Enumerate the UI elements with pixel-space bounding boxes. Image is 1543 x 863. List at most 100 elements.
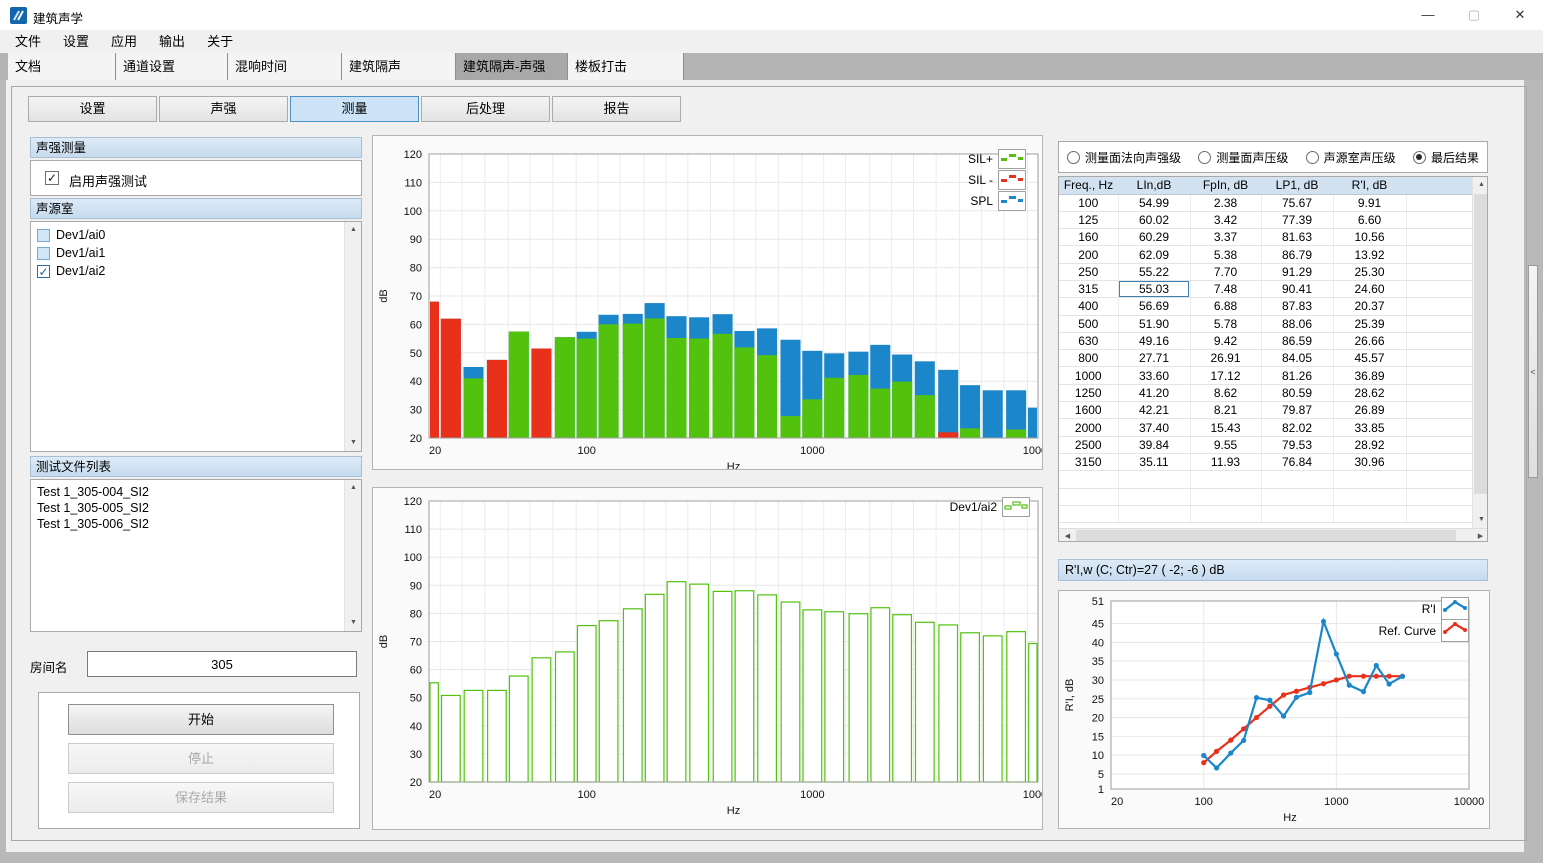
table-cell[interactable]: 7.70 xyxy=(1190,263,1261,280)
legend-plot-style-icon[interactable] xyxy=(1441,619,1469,642)
table-cell[interactable] xyxy=(1261,488,1333,505)
radio-final-result[interactable]: 最后结果 xyxy=(1413,149,1479,166)
table-cell[interactable]: 9.42 xyxy=(1190,332,1261,349)
table-cell[interactable]: 200 xyxy=(1059,246,1118,263)
table-cell[interactable] xyxy=(1406,402,1473,419)
table-cell[interactable] xyxy=(1406,419,1473,436)
table-cell[interactable]: 42.21 xyxy=(1118,402,1190,419)
tab-channel-setup[interactable]: 通道设置 xyxy=(116,53,228,80)
enable-intensity-checkbox[interactable]: ✓ xyxy=(45,171,59,185)
source-room-item[interactable]: ✓Dev1/ai2 xyxy=(31,262,361,280)
table-cell[interactable]: 86.79 xyxy=(1261,246,1333,263)
table-cell[interactable] xyxy=(1118,471,1190,488)
channel-checkbox[interactable] xyxy=(37,229,50,242)
subtab-setup[interactable]: 设置 xyxy=(28,96,157,122)
table-cell[interactable]: 9.91 xyxy=(1333,194,1406,211)
table-cell[interactable]: 87.83 xyxy=(1261,298,1333,315)
table-cell[interactable] xyxy=(1406,350,1473,367)
table-cell[interactable]: 160 xyxy=(1059,229,1118,246)
source-room-item[interactable]: Dev1/ai0 xyxy=(31,226,361,244)
table-cell[interactable]: 2.38 xyxy=(1190,194,1261,211)
table-cell[interactable]: 60.02 xyxy=(1118,211,1190,228)
table-cell[interactable]: 56.69 xyxy=(1118,298,1190,315)
table-cell[interactable] xyxy=(1190,505,1261,522)
table-cell[interactable] xyxy=(1333,505,1406,522)
table-cell[interactable]: 1000 xyxy=(1059,367,1118,384)
radio-button-icon[interactable] xyxy=(1306,151,1319,164)
table-cell[interactable]: 82.02 xyxy=(1261,419,1333,436)
collapse-panel-handle[interactable]: < xyxy=(1528,265,1538,478)
tab-floor-impact[interactable]: 楼板打击 xyxy=(568,53,684,80)
table-cell[interactable] xyxy=(1406,505,1473,522)
table-cell[interactable]: 10.56 xyxy=(1333,229,1406,246)
subtab-measure[interactable]: 测量 xyxy=(290,96,419,122)
table-cell[interactable]: 55.03 xyxy=(1118,280,1190,297)
radio-button-icon[interactable] xyxy=(1198,151,1211,164)
table-cell[interactable] xyxy=(1059,488,1118,505)
table-cell[interactable]: 17.12 xyxy=(1190,367,1261,384)
radio-button-icon[interactable] xyxy=(1413,151,1426,164)
table-cell[interactable]: 13.92 xyxy=(1333,246,1406,263)
table-cell[interactable] xyxy=(1118,488,1190,505)
tab-document[interactable]: 文档 xyxy=(8,53,116,80)
menu-item-about[interactable]: 关于 xyxy=(196,30,244,53)
table-cell[interactable] xyxy=(1059,505,1118,522)
scroll-up-icon[interactable]: ▲ xyxy=(345,480,362,496)
table-cell[interactable]: 62.09 xyxy=(1118,246,1190,263)
table-vscroll-thumb[interactable] xyxy=(1474,194,1488,494)
table-cell[interactable]: 400 xyxy=(1059,298,1118,315)
table-cell[interactable]: 35.11 xyxy=(1118,453,1190,470)
table-cell[interactable] xyxy=(1406,471,1473,488)
table-cell[interactable]: 30.96 xyxy=(1333,453,1406,470)
table-cell[interactable]: 76.84 xyxy=(1261,453,1333,470)
table-cell[interactable] xyxy=(1190,471,1261,488)
table-cell[interactable] xyxy=(1118,505,1190,522)
table-cell[interactable]: 8.21 xyxy=(1190,402,1261,419)
table-cell[interactable]: 49.16 xyxy=(1118,332,1190,349)
table-cell[interactable]: 41.20 xyxy=(1118,384,1190,401)
table-cell[interactable]: 3.37 xyxy=(1190,229,1261,246)
radio-button-icon[interactable] xyxy=(1067,151,1080,164)
table-cell[interactable]: 125 xyxy=(1059,211,1118,228)
table-cell[interactable]: 24.60 xyxy=(1333,280,1406,297)
table-cell[interactable]: 25.30 xyxy=(1333,263,1406,280)
table-cell[interactable]: 250 xyxy=(1059,263,1118,280)
table-cell[interactable] xyxy=(1406,367,1473,384)
table-cell[interactable] xyxy=(1261,505,1333,522)
start-button[interactable]: 开始 xyxy=(68,704,334,735)
radio-source-room-spl[interactable]: 声源室声压级 xyxy=(1306,149,1396,166)
menu-item-application[interactable]: 应用 xyxy=(100,30,148,53)
table-cell[interactable] xyxy=(1406,488,1473,505)
menu-item-file[interactable]: 文件 xyxy=(4,30,52,53)
stop-button[interactable]: 停止 xyxy=(68,743,334,774)
close-icon[interactable]: ✕ xyxy=(1497,0,1543,30)
table-cell[interactable]: 3.42 xyxy=(1190,211,1261,228)
table-cell[interactable] xyxy=(1261,471,1333,488)
table-cell[interactable]: 7.48 xyxy=(1190,280,1261,297)
table-cell[interactable]: 81.26 xyxy=(1261,367,1333,384)
legend-spl[interactable]: SPL xyxy=(970,191,1026,211)
table-cell[interactable] xyxy=(1406,246,1473,263)
table-cell[interactable] xyxy=(1333,488,1406,505)
table-cell[interactable] xyxy=(1406,453,1473,470)
table-cell[interactable]: 26.89 xyxy=(1333,402,1406,419)
test-file-item[interactable]: Test 1_305-004_SI2 xyxy=(31,484,361,500)
table-cell[interactable]: 51.90 xyxy=(1118,315,1190,332)
table-cell[interactable]: 28.92 xyxy=(1333,436,1406,453)
table-cell[interactable]: 84.05 xyxy=(1261,350,1333,367)
scroll-left-icon[interactable]: ◀ xyxy=(1059,529,1076,542)
menu-item-output[interactable]: 输出 xyxy=(148,30,196,53)
tab-building-insulation[interactable]: 建筑隔声 xyxy=(342,53,456,80)
table-cell[interactable]: 90.41 xyxy=(1261,280,1333,297)
test-file-item[interactable]: Test 1_305-005_SI2 xyxy=(31,500,361,516)
table-cell[interactable]: 8.62 xyxy=(1190,384,1261,401)
menu-item-settings[interactable]: 设置 xyxy=(52,30,100,53)
radio-surface-normal-intensity-level[interactable]: 测量面法向声强级 xyxy=(1067,149,1181,166)
table-vscrollbar[interactable]: ▲ ▼ xyxy=(1472,177,1488,528)
legend-ref-curve[interactable]: Ref. Curve xyxy=(1379,619,1469,642)
table-cell[interactable] xyxy=(1406,229,1473,246)
table-cell[interactable] xyxy=(1406,263,1473,280)
subtab-postprocess[interactable]: 后处理 xyxy=(421,96,550,122)
subtab-report[interactable]: 报告 xyxy=(552,96,681,122)
tab-building-insulation-intensity[interactable]: 建筑隔声-声强 xyxy=(456,53,568,80)
